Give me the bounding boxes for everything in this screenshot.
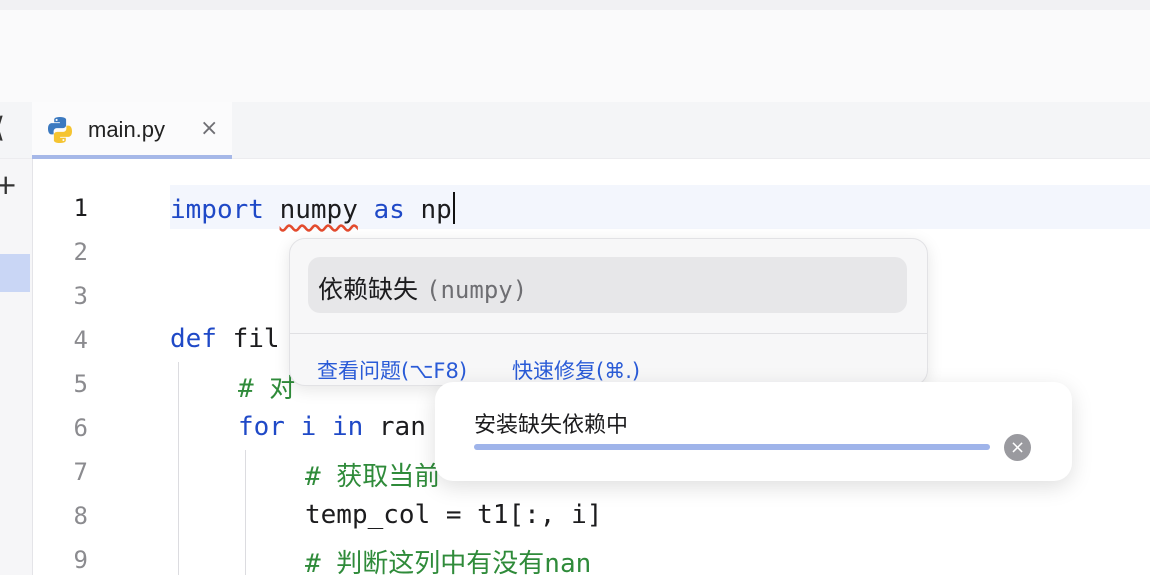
- tab-main-py[interactable]: main.py ×: [32, 102, 232, 159]
- code-line-9[interactable]: # 判断这列中有没有nan: [305, 543, 591, 580]
- code-text: ran: [378, 412, 426, 442]
- code-line-7[interactable]: # 获取当前: [305, 456, 440, 493]
- popup-title-text: 依赖缺失: [318, 275, 419, 304]
- unresolved-module[interactable]: numpy: [280, 195, 358, 225]
- line-number: 2: [73, 238, 88, 266]
- indent-guide: [178, 362, 179, 575]
- quick-fix-link[interactable]: 快速修复(⌘.): [512, 355, 640, 385]
- gutter-selection: [0, 254, 30, 292]
- line-number: 5: [73, 370, 88, 398]
- code-text: temp_col = t1[:, i]: [305, 500, 603, 530]
- popup-divider: [290, 333, 927, 334]
- keyword: import: [170, 195, 264, 225]
- line-number: 4: [73, 326, 88, 354]
- code-text: fil: [232, 324, 280, 354]
- line-number: 9: [73, 546, 88, 574]
- indent-guide: [245, 450, 246, 575]
- collapse-icon[interactable]: ⟨: [0, 114, 5, 142]
- keyword: def: [170, 324, 217, 354]
- progress-bar: [474, 444, 990, 450]
- alias: np: [420, 195, 452, 225]
- tab-label: main.py: [88, 117, 166, 142]
- toast-title: 安装缺失依赖中: [474, 413, 629, 438]
- comment: # 获取当前: [305, 462, 441, 492]
- code-line-1[interactable]: import numpy as np: [170, 192, 455, 225]
- missing-dependency-popup: 依赖缺失 (numpy) 查看问题(⌥F8) 快速修复(⌘.): [289, 238, 928, 386]
- loop-var: i: [300, 412, 317, 442]
- line-number: 7: [73, 458, 88, 486]
- popup-title: 依赖缺失 (numpy): [318, 270, 527, 306]
- line-number: 3: [73, 282, 88, 310]
- view-problem-link[interactable]: 查看问题(⌥F8): [317, 355, 467, 385]
- install-progress-toast: 安装缺失依赖中 ×: [435, 382, 1072, 481]
- code-line-8[interactable]: temp_col = t1[:, i]: [305, 500, 602, 530]
- python-icon: [48, 117, 72, 143]
- code-line-6[interactable]: for i in ran: [238, 412, 426, 442]
- code-line-4[interactable]: def fil: [170, 324, 280, 354]
- progress-fill: [474, 444, 990, 450]
- title-area: [0, 10, 1150, 102]
- window-top-bar: [0, 0, 1150, 10]
- popup-package: (numpy): [426, 276, 528, 304]
- line-number: 1: [73, 194, 88, 222]
- close-icon[interactable]: ×: [200, 116, 218, 141]
- keyword: for: [238, 412, 285, 442]
- add-icon[interactable]: +: [0, 171, 17, 199]
- text-caret: [452, 192, 455, 224]
- cancel-icon[interactable]: ×: [1004, 434, 1031, 461]
- keyword: as: [373, 195, 405, 225]
- code-line-5[interactable]: # 对: [238, 368, 295, 405]
- keyword: in: [331, 412, 364, 442]
- popup-message-row: 依赖缺失 (numpy): [308, 257, 907, 313]
- line-number: 8: [73, 502, 88, 530]
- comment: # 对: [238, 374, 296, 404]
- tab-bar: ⟨ main.py ×: [0, 102, 1150, 159]
- line-number: 6: [73, 414, 88, 442]
